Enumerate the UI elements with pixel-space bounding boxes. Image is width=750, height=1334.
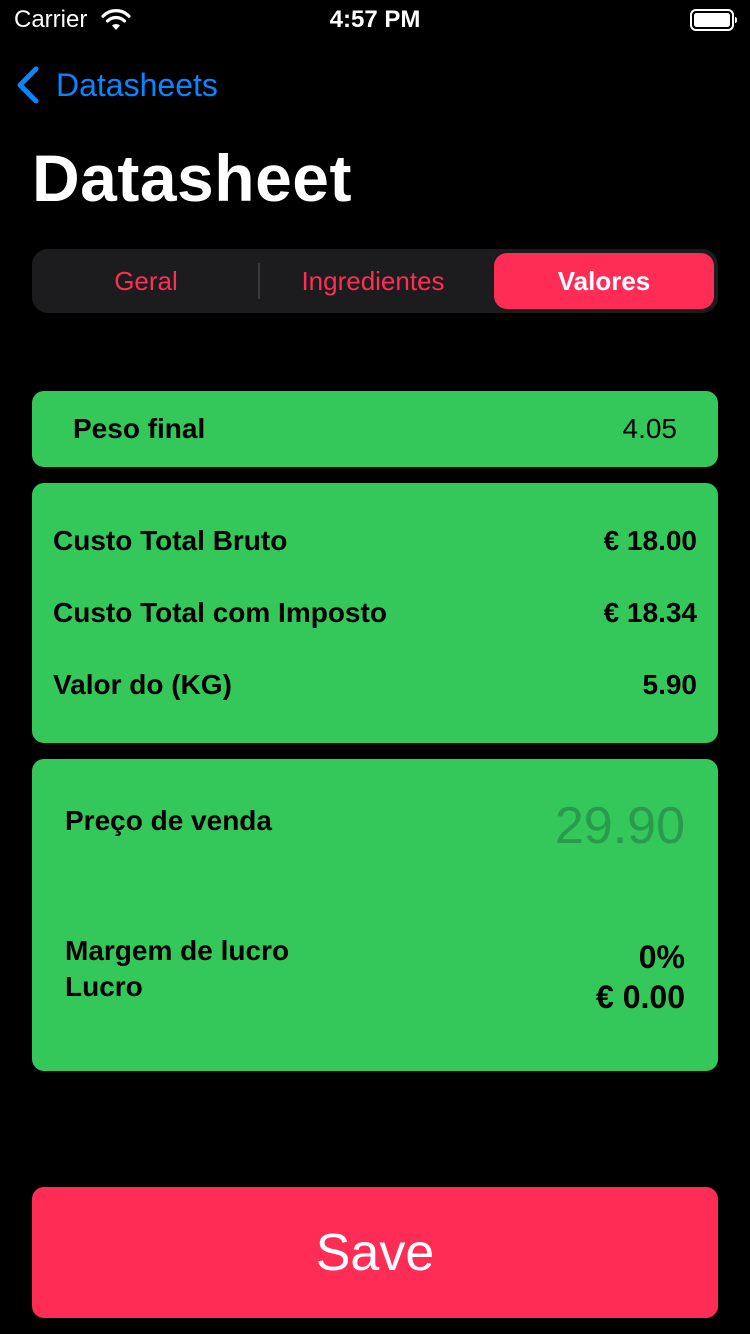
- battery-icon: [690, 9, 737, 31]
- valor-kg-value: 5.90: [642, 669, 698, 700]
- custo-total-imposto-label: Custo Total com Imposto: [53, 597, 387, 628]
- status-time: 4:57 PM: [329, 6, 421, 33]
- lucro-label: Lucro: [65, 971, 143, 1002]
- venda-card: Preço de venda Margem de lucro Lucro 0% …: [32, 759, 718, 1071]
- lucro-value: € 0.00: [596, 979, 685, 1015]
- margem-lucro-value: 0%: [638, 939, 685, 975]
- custo-total-bruto-label: Custo Total Bruto: [53, 525, 288, 556]
- peso-card: Peso final 4.05: [32, 391, 718, 467]
- tab-geral[interactable]: Geral: [36, 253, 256, 309]
- save-button[interactable]: Save: [32, 1187, 718, 1318]
- status-bar: Carrier 4:57 PM: [0, 0, 750, 40]
- custo-total-imposto-value: € 18.34: [603, 597, 697, 628]
- screen: Carrier 4:57 PM Datasheets Datasheet Ger…: [0, 0, 750, 1334]
- margem-lucro-label: Margem de lucro: [65, 935, 290, 966]
- segment-divider: [258, 263, 260, 299]
- preco-venda-input[interactable]: [425, 795, 685, 857]
- back-button[interactable]: Datasheets: [14, 62, 218, 108]
- segmented-control: Geral Ingredientes Valores: [32, 249, 718, 313]
- custos-card: Custo Total Bruto € 18.00 Custo Total co…: [32, 483, 718, 743]
- peso-final-label: Peso final: [73, 413, 206, 444]
- chevron-left-icon: [17, 66, 39, 104]
- custo-total-bruto-value: € 18.00: [603, 525, 697, 556]
- preco-venda-label: Preço de venda: [65, 805, 272, 836]
- back-button-label: Datasheets: [56, 66, 218, 103]
- peso-final-value: 4.05: [622, 413, 678, 444]
- page-title: Datasheet: [32, 141, 352, 215]
- tab-ingredientes[interactable]: Ingredientes: [263, 253, 483, 309]
- tab-valores[interactable]: Valores: [494, 253, 714, 309]
- valor-kg-label: Valor do (KG): [53, 669, 232, 700]
